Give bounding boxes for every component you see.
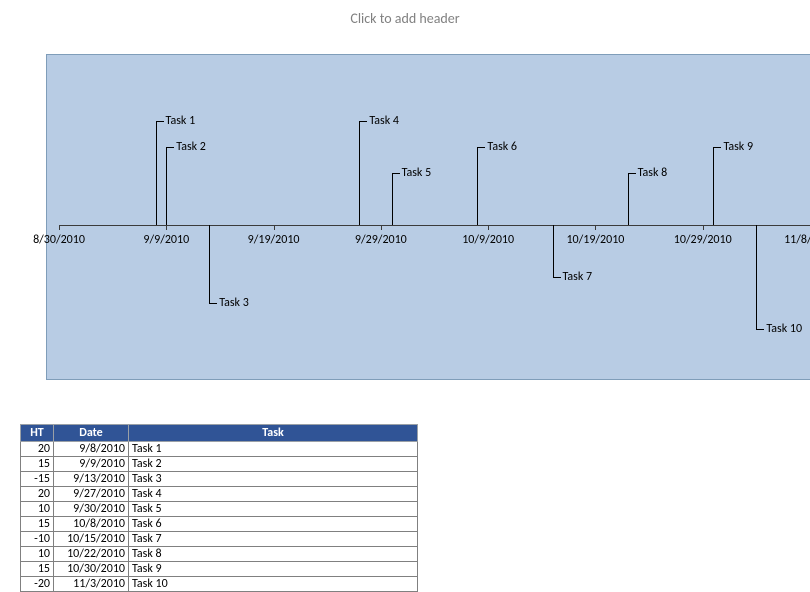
task-label: Task 10 [766, 322, 802, 336]
task-stem [209, 225, 210, 303]
task-stem [156, 121, 157, 225]
task-label: Task 7 [563, 270, 593, 284]
cell-ht[interactable]: -10 [21, 532, 54, 547]
axis-tick-label: 9/9/2010 [143, 233, 189, 247]
cell-task[interactable]: Task 1 [129, 442, 418, 457]
cell-date[interactable]: 10/8/2010 [54, 517, 129, 532]
table-row[interactable]: 209/27/2010Task 4 [21, 487, 418, 502]
task-stem [477, 147, 478, 225]
axis-tick-label: 11/8/2010 [784, 233, 810, 247]
axis-tick [595, 225, 596, 230]
task-cap [166, 147, 174, 148]
cell-ht[interactable]: 20 [21, 487, 54, 502]
axis-tick-label: 8/30/2010 [33, 233, 85, 247]
task-label: Task 9 [723, 140, 753, 154]
axis-tick [166, 225, 167, 230]
axis-tick [274, 225, 275, 230]
task-cap [628, 173, 636, 174]
cell-task[interactable]: Task 9 [129, 562, 418, 577]
table-row[interactable]: -1010/15/2010Task 7 [21, 532, 418, 547]
task-cap [477, 147, 485, 148]
cell-date[interactable]: 10/15/2010 [54, 532, 129, 547]
cell-task[interactable]: Task 3 [129, 472, 418, 487]
cell-ht[interactable]: -15 [21, 472, 54, 487]
cell-date[interactable]: 9/30/2010 [54, 502, 129, 517]
table-row[interactable]: 1510/8/2010Task 6 [21, 517, 418, 532]
axis-tick-label: 9/19/2010 [248, 233, 300, 247]
cell-date[interactable]: 9/9/2010 [54, 457, 129, 472]
task-label: Task 3 [219, 296, 249, 310]
col-header-task: Task [129, 425, 418, 442]
axis-tick [488, 225, 489, 230]
cell-date[interactable]: 10/30/2010 [54, 562, 129, 577]
task-cap [756, 329, 764, 330]
task-cap [713, 147, 721, 148]
task-cap [359, 121, 367, 122]
data-table[interactable]: HT Date Task 209/8/2010Task 1159/9/2010T… [20, 424, 418, 592]
task-label: Task 1 [166, 114, 196, 128]
axis-tick-label: 10/29/2010 [674, 233, 732, 247]
table-row[interactable]: 1510/30/2010Task 9 [21, 562, 418, 577]
table-row[interactable]: 1010/22/2010Task 8 [21, 547, 418, 562]
task-stem [756, 225, 757, 329]
cell-task[interactable]: Task 4 [129, 487, 418, 502]
table-header-row: HT Date Task [21, 425, 418, 442]
cell-date[interactable]: 9/27/2010 [54, 487, 129, 502]
task-label: Task 4 [369, 114, 399, 128]
axis-tick [703, 225, 704, 230]
task-label: Task 2 [176, 140, 206, 154]
axis-tick [381, 225, 382, 230]
axis-tick-label: 10/9/2010 [462, 233, 514, 247]
cell-ht[interactable]: 15 [21, 562, 54, 577]
cell-ht[interactable]: 20 [21, 442, 54, 457]
task-stem [392, 173, 393, 225]
table-row[interactable]: 159/9/2010Task 2 [21, 457, 418, 472]
cell-ht[interactable]: 15 [21, 517, 54, 532]
task-stem [628, 173, 629, 225]
task-cap [392, 173, 400, 174]
timeline-chart[interactable]: 8/30/20109/9/20109/19/20109/29/201010/9/… [46, 54, 810, 380]
task-label: Task 8 [638, 166, 668, 180]
task-label: Task 5 [402, 166, 432, 180]
cell-task[interactable]: Task 10 [129, 577, 418, 592]
axis-tick-label: 9/29/2010 [355, 233, 407, 247]
cell-task[interactable]: Task 5 [129, 502, 418, 517]
cell-date[interactable]: 10/22/2010 [54, 547, 129, 562]
table-row[interactable]: 209/8/2010Task 1 [21, 442, 418, 457]
task-cap [209, 303, 217, 304]
task-stem [166, 147, 167, 225]
axis-tick [59, 225, 60, 230]
task-cap [156, 121, 164, 122]
cell-ht[interactable]: 10 [21, 547, 54, 562]
task-stem [359, 121, 360, 225]
cell-task[interactable]: Task 2 [129, 457, 418, 472]
header-placeholder[interactable]: Click to add header [0, 10, 810, 27]
task-stem [713, 147, 714, 225]
cell-date[interactable]: 9/8/2010 [54, 442, 129, 457]
axis-tick-label: 10/19/2010 [566, 233, 624, 247]
col-header-date: Date [54, 425, 129, 442]
task-label: Task 6 [487, 140, 517, 154]
col-header-ht: HT [21, 425, 54, 442]
cell-task[interactable]: Task 7 [129, 532, 418, 547]
task-cap [553, 277, 561, 278]
table-row[interactable]: -159/13/2010Task 3 [21, 472, 418, 487]
cell-ht[interactable]: 15 [21, 457, 54, 472]
cell-task[interactable]: Task 6 [129, 517, 418, 532]
table-row[interactable]: -2011/3/2010Task 10 [21, 577, 418, 592]
table-row[interactable]: 109/30/2010Task 5 [21, 502, 418, 517]
cell-ht[interactable]: 10 [21, 502, 54, 517]
cell-date[interactable]: 9/13/2010 [54, 472, 129, 487]
cell-ht[interactable]: -20 [21, 577, 54, 592]
task-stem [553, 225, 554, 277]
cell-task[interactable]: Task 8 [129, 547, 418, 562]
cell-date[interactable]: 11/3/2010 [54, 577, 129, 592]
x-axis-line [59, 225, 810, 226]
